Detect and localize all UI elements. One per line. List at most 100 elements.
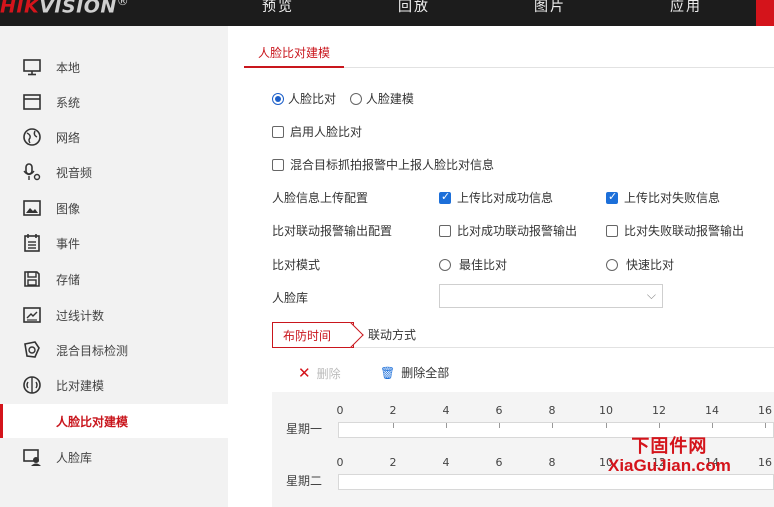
upload-config-label: 人脸信息上传配置 (272, 191, 369, 205)
upload-success-option[interactable]: 上传比对成功信息 (439, 189, 553, 206)
trash-icon: 🗑 (380, 366, 396, 380)
compare-mode-best[interactable]: 最佳比对 (439, 256, 507, 273)
nav-picture[interactable]: 图片 (534, 0, 566, 26)
day-label-monday: 星期一 (286, 422, 323, 436)
compare-mode-label: 比对模式 (272, 258, 321, 272)
sidebar-item-label: 系统 (56, 96, 81, 110)
alarm-success-checkbox[interactable] (439, 225, 451, 237)
sidebar-item-label: 图像 (56, 202, 81, 216)
nav-accent (756, 0, 774, 26)
sidebar-item-line-count[interactable]: 过线计数 (0, 298, 228, 332)
enable-face-compare-checkbox[interactable] (272, 126, 284, 138)
sidebar-item-image[interactable]: 图像 (0, 191, 228, 225)
nav-preview[interactable]: 预览 (262, 0, 294, 26)
hour-tick-8: 8 (548, 404, 556, 417)
sidebar-item-system[interactable]: 系统 (0, 85, 228, 119)
storage-icon (24, 271, 40, 287)
sidebar-item-label: 本地 (56, 61, 81, 75)
nav-application[interactable]: 应用 (670, 0, 702, 26)
tick-mark (765, 423, 766, 428)
hour-tick-4: 4 (442, 404, 450, 417)
hour-tick-6: 6 (495, 456, 503, 469)
upload-fail-checkbox[interactable] (606, 190, 618, 204)
hour-tick-14: 14 (705, 404, 719, 417)
tab-schedule-label: 布防时间 (283, 329, 332, 343)
enable-face-compare-row[interactable]: 启用人脸比对 (272, 123, 362, 140)
enable-face-compare-label: 启用人脸比对 (290, 125, 363, 139)
delete-all-label: 删除全部 (401, 366, 450, 380)
tick-mark (659, 423, 660, 428)
nav-playback[interactable]: 回放 (398, 0, 430, 26)
sidebar-item-label: 网络 (56, 131, 81, 145)
watermark: 下固件网 XiaGuJian.com (608, 432, 731, 476)
sidebar-item-label: 存储 (56, 273, 81, 287)
radio-face-compare[interactable]: 人脸比对 (272, 92, 336, 106)
alarm-success-option[interactable]: 比对成功联动报警输出 (439, 222, 577, 239)
delete-label: 删除 (316, 367, 341, 381)
sidebar-item-compare-model[interactable]: 比对建模 (0, 368, 228, 402)
radio-dot[interactable] (439, 259, 451, 271)
radio-dot[interactable] (606, 259, 618, 271)
alarm-output-label: 比对联动报警输出配置 (272, 224, 393, 238)
sidebar-item-face-compare-model[interactable]: 人脸比对建模 (0, 404, 228, 438)
radio-face-model[interactable]: 人脸建模 (349, 92, 414, 106)
upload-success-checkbox[interactable] (439, 190, 451, 204)
tab-schedule[interactable]: 布防时间 (272, 322, 364, 348)
tab-bar: 人脸比对建模 (244, 38, 774, 68)
sidebar-item-storage[interactable]: 存储 (0, 262, 228, 296)
monitor-icon (23, 59, 41, 76)
radio-dot[interactable] (272, 93, 284, 105)
sidebar-item-face-library[interactable]: 人脸库 (0, 440, 228, 474)
sidebar-item-network[interactable]: 网络 (0, 120, 228, 154)
delete-button[interactable]: ✕ 删除 (298, 364, 341, 382)
alarm-fail-checkbox[interactable] (606, 225, 618, 237)
compare-mode-fast[interactable]: 快速比对 (606, 256, 674, 273)
upload-mixed-row[interactable]: 混合目标抓拍报警中上报人脸比对信息 (272, 156, 494, 173)
hour-tick-12: 12 (652, 404, 666, 417)
delete-all-button[interactable]: 🗑 删除全部 (380, 364, 449, 381)
sub-tab-bar: 布防时间 联动方式 (272, 322, 774, 348)
radio-dot[interactable] (349, 93, 362, 105)
window-icon (23, 94, 41, 110)
watermark-line1: 下固件网 (631, 436, 708, 457)
sidebar-item-event[interactable]: 事件 (0, 226, 228, 260)
sidebar-item-label: 过线计数 (56, 309, 105, 323)
line-count-icon (23, 307, 41, 323)
hour-tick-0: 0 (336, 456, 344, 469)
watermark-line2: XiaGuJian.com (608, 456, 731, 475)
upload-fail-option[interactable]: 上传比对失败信息 (606, 189, 720, 206)
alarm-success-label: 比对成功联动报警输出 (457, 224, 578, 238)
face-library-select[interactable]: ⌵ (439, 284, 663, 308)
hour-tick-0: 0 (336, 404, 344, 417)
event-list-icon (24, 234, 40, 252)
face-library-icon (23, 449, 41, 466)
sidebar: 本地 系统 网络 视音频 图像 事件 存储 过线计数 混合目标检测 比对建模 人… (0, 26, 228, 507)
tab-linkage[interactable]: 联动方式 (368, 326, 416, 343)
sidebar-item-mixed-target[interactable]: 混合目标检测 (0, 333, 228, 367)
compare-mode-fast-label: 快速比对 (626, 258, 675, 272)
image-icon (23, 200, 41, 216)
tick-mark (446, 423, 447, 428)
tick-mark (606, 423, 607, 428)
upload-mixed-checkbox[interactable] (272, 159, 284, 171)
target-detect-icon (24, 341, 40, 358)
sidebar-item-local[interactable]: 本地 (0, 50, 228, 84)
tab-face-compare-model[interactable]: 人脸比对建模 (244, 38, 345, 68)
hour-tick-8: 8 (548, 456, 556, 469)
hour-tick-6: 6 (495, 404, 503, 417)
alarm-fail-option[interactable]: 比对失败联动报警输出 (606, 222, 744, 239)
hikvision-logo: HIKVISION® (0, 0, 130, 18)
hour-tick-16: 16 (758, 404, 772, 417)
hour-tick-2: 2 (389, 404, 397, 417)
upload-success-label: 上传比对成功信息 (457, 191, 554, 205)
microphone-icon (23, 163, 41, 181)
schedule-track-tuesday[interactable] (338, 474, 774, 490)
hour-tick-16: 16 (758, 456, 772, 469)
sidebar-item-label: 事件 (56, 237, 81, 251)
sidebar-item-label: 视音频 (56, 166, 93, 180)
tab-arrow (338, 322, 364, 348)
sidebar-item-audio-video[interactable]: 视音频 (0, 155, 228, 189)
hour-tick-4: 4 (442, 456, 450, 469)
sidebar-item-label: 人脸库 (56, 451, 93, 465)
chevron-down-icon: ⌵ (646, 288, 656, 302)
